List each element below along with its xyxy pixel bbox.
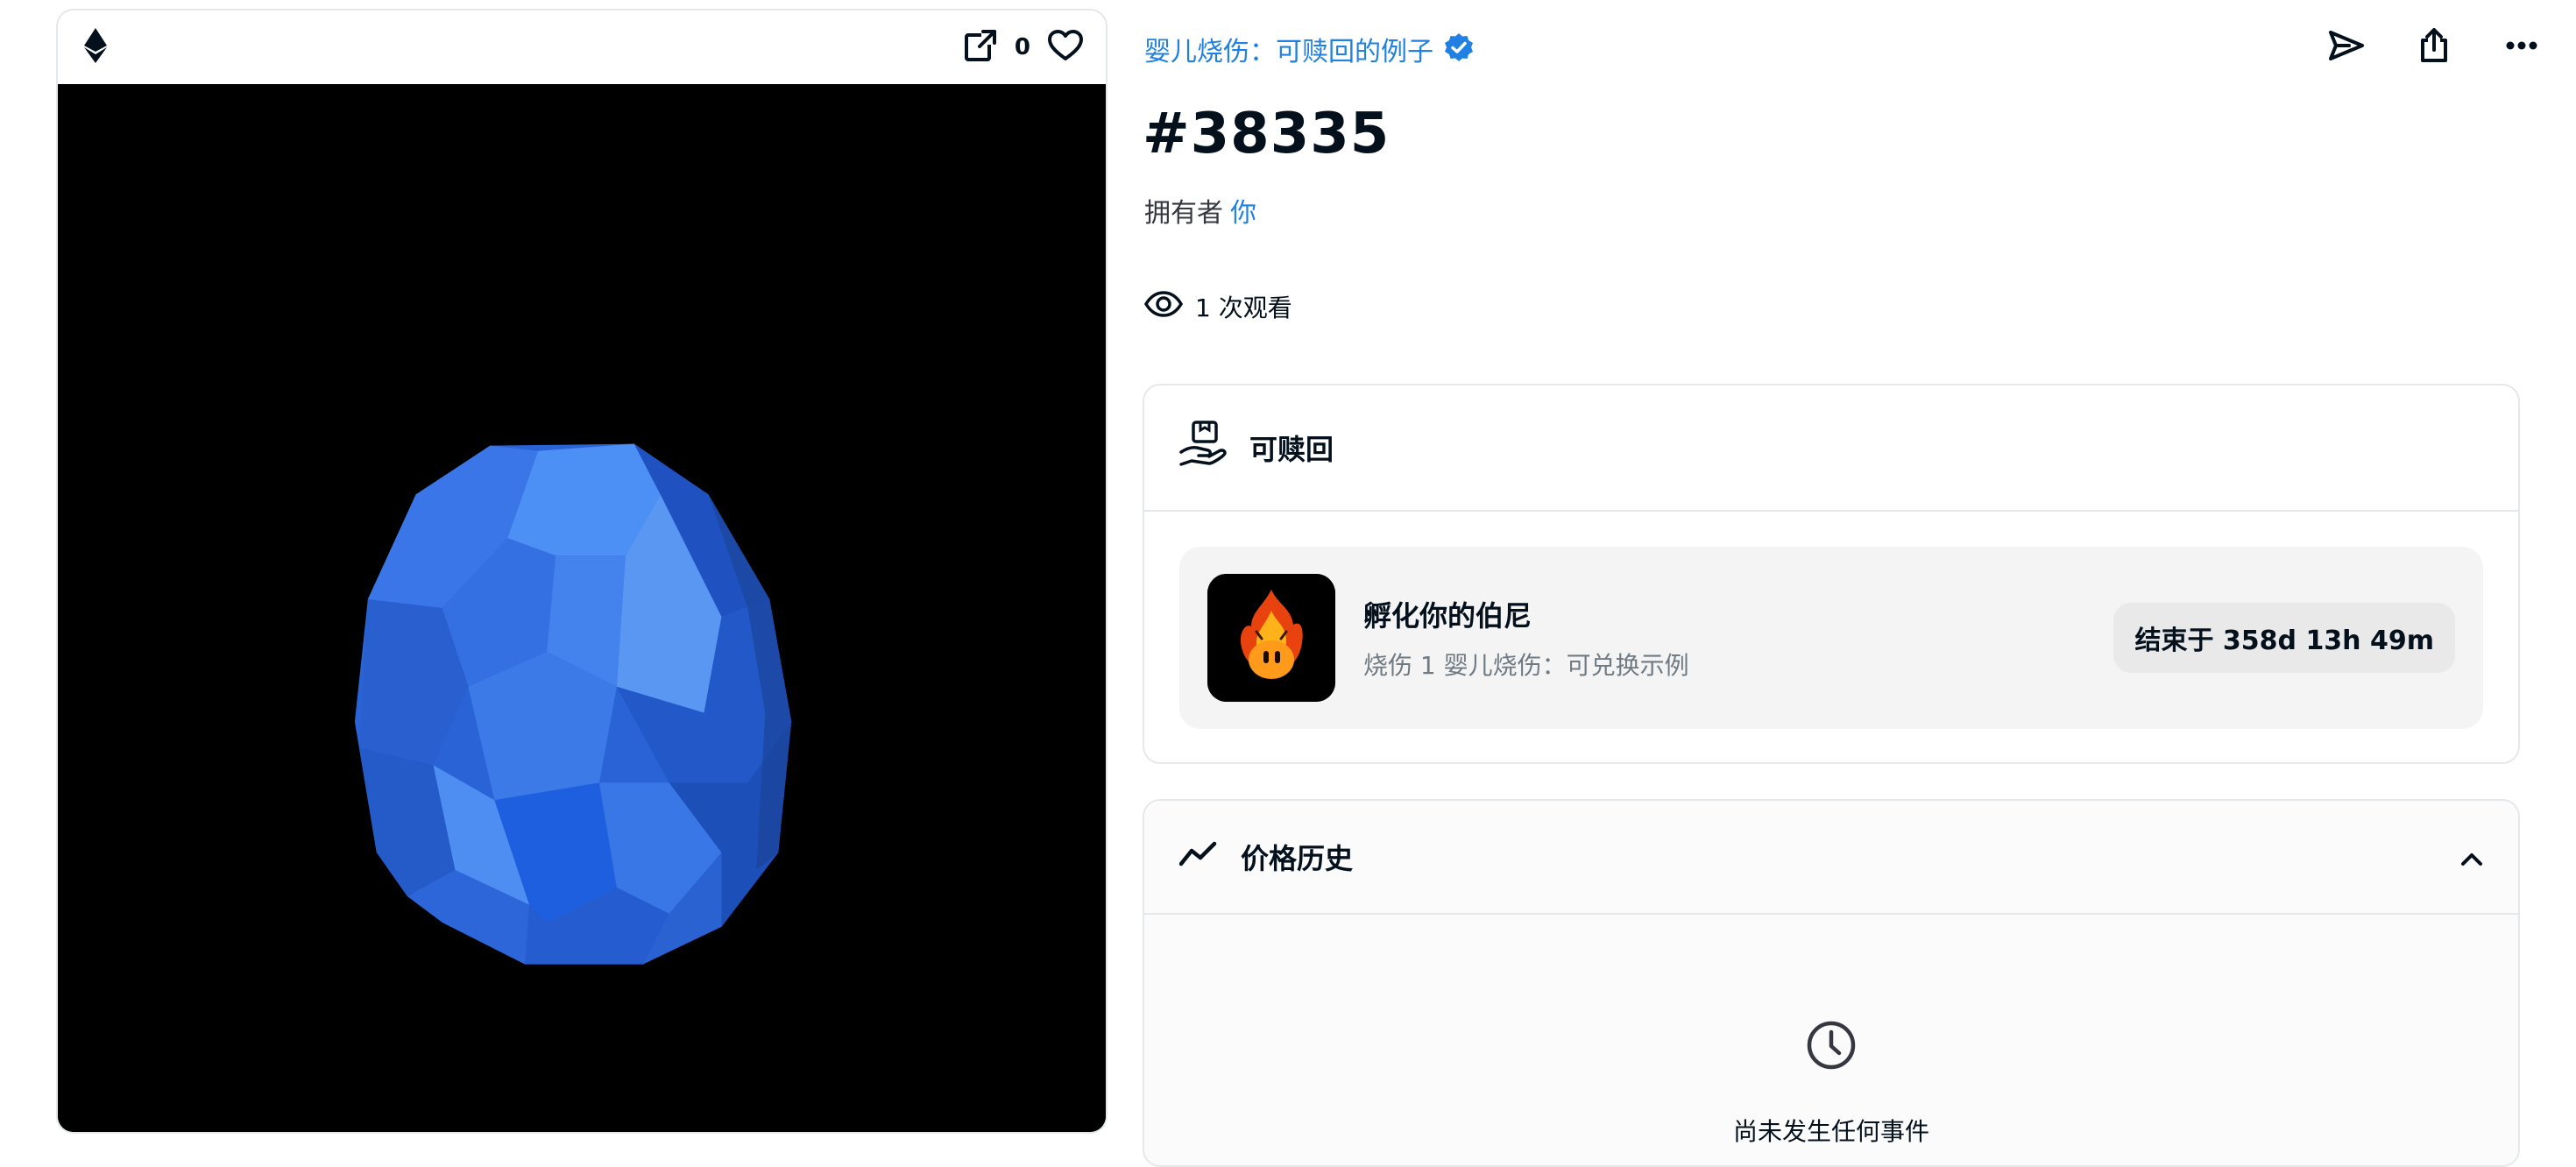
more-icon[interactable] [2502,26,2541,65]
collection-row: 婴儿烧伤：可赎回的例子 [1144,30,1474,68]
redeem-status-badge: 结束于 358d 13h 49m [2113,603,2455,673]
price-history-header[interactable]: 价格历史 [1144,801,2518,915]
redeem-thumbnail [1207,574,1335,702]
share-icon[interactable] [2415,26,2453,65]
redeemable-header: 可赎回 [1144,385,2518,512]
views-row: 1 次观看 [1143,289,1292,324]
price-history-title: 价格历史 [1241,842,1354,875]
collection-link[interactable]: 婴儿烧伤：可赎回的例子 [1144,30,1433,68]
owner-row: 拥有者 你 [1144,191,1256,230]
favorite-count: 0 [1014,34,1030,60]
owner-label: 拥有者 [1144,198,1223,229]
views-count: 1 次观看 [1195,294,1292,322]
verified-badge-icon [1444,32,1474,66]
redeem-text: 孵化你的伯尼 烧伤 1 婴儿烧伤：可兑换示例 [1363,594,1689,682]
media-card: 0 [56,9,1108,1134]
eye-icon [1143,290,1184,323]
media-header-actions: 0 [964,29,1083,66]
redeemable-title: 可赎回 [1249,433,1334,466]
blue-egg-artwork [58,84,1106,1132]
redeemable-panel: 可赎回 孵化你的伯尼 烧伤 1 婴儿烧伤：可兑换示例 结束于 358d 13h … [1143,384,2520,764]
media-header: 0 [58,11,1106,84]
heart-icon[interactable] [1048,30,1083,65]
price-history-panel: 价格历史 尚未发生任何事件 [1143,799,2520,1167]
chevron-up-icon[interactable] [2460,840,2483,873]
redeem-item[interactable]: 孵化你的伯尼 烧伤 1 婴儿烧伤：可兑换示例 结束于 358d 13h 49m [1179,547,2483,729]
owner-link[interactable]: 你 [1230,191,1256,230]
top-actions [2327,26,2541,65]
token-title: #38335 [1143,102,1391,166]
send-icon[interactable] [2327,26,2366,65]
ethereum-icon[interactable] [84,28,107,67]
redeem-item-name: 孵化你的伯尼 [1363,599,1532,633]
clock-icon [1806,1020,1857,1074]
redeem-hand-icon [1179,421,1228,475]
redeem-item-desc: 烧伤 1 婴儿烧伤：可兑换示例 [1363,651,1689,680]
flame-mascot-image [1207,574,1335,702]
price-history-empty-message: 尚未发生任何事件 [1732,1117,1929,1146]
nft-image[interactable] [58,84,1106,1132]
price-history-body: 尚未发生任何事件 [1144,915,2518,1165]
external-link-icon[interactable] [964,29,997,66]
trend-line-icon [1178,840,1220,873]
